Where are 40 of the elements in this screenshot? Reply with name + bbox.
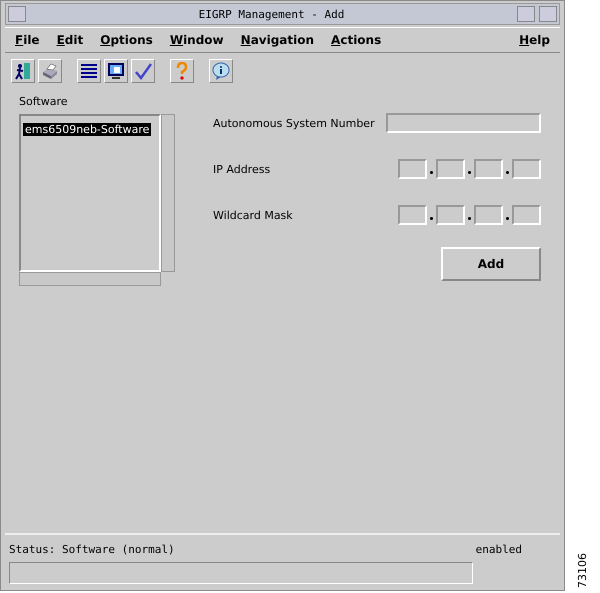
input-field[interactable] xyxy=(386,113,541,133)
list-item[interactable]: ems6509neb-Software xyxy=(23,123,152,136)
octet-field[interactable] xyxy=(398,205,427,225)
octet-field[interactable] xyxy=(474,159,503,179)
question-icon[interactable] xyxy=(175,62,189,80)
help-menu[interactable]: Help xyxy=(519,33,550,47)
octet-field[interactable] xyxy=(474,205,503,225)
menu-item[interactable]: Actions xyxy=(331,33,382,47)
vertical-scrollbar[interactable] xyxy=(161,114,175,272)
status-state: enabled xyxy=(476,543,522,556)
octet-dot xyxy=(468,217,471,220)
octet-field[interactable] xyxy=(512,159,541,179)
octet-dot xyxy=(430,171,433,174)
field-label: Autonomous System Number xyxy=(213,116,375,130)
figure-number: 73106 xyxy=(576,553,589,588)
field-label: IP Address xyxy=(213,162,270,176)
list-icon[interactable] xyxy=(80,63,98,79)
octet-field[interactable] xyxy=(512,205,541,225)
menu-item[interactable]: Window xyxy=(170,33,224,47)
window-menu-button[interactable] xyxy=(8,6,26,22)
field-label: Wildcard Mask xyxy=(213,208,293,222)
horizontal-scrollbar[interactable] xyxy=(19,272,161,286)
window-title: EIGRP Management - Add xyxy=(198,8,346,20)
status-text: Status: Software (normal) xyxy=(9,543,175,556)
menu-item[interactable]: Options xyxy=(100,33,153,47)
add-button[interactable]: Add xyxy=(441,247,541,281)
menu-item[interactable]: File xyxy=(15,33,40,47)
menu-item[interactable]: Edit xyxy=(56,33,84,47)
octet-dot xyxy=(430,217,433,220)
octet-field[interactable] xyxy=(436,205,465,225)
octet-dot xyxy=(506,217,509,220)
toolbar-button[interactable] xyxy=(77,59,101,83)
octet-dot xyxy=(468,171,471,174)
software-label: Software xyxy=(19,95,68,108)
menu-item[interactable]: Navigation xyxy=(240,33,314,47)
octet-dot xyxy=(506,171,509,174)
octet-field[interactable] xyxy=(398,159,427,179)
minimize-button[interactable] xyxy=(517,6,535,22)
octet-field[interactable] xyxy=(436,159,465,179)
maximize-button[interactable] xyxy=(539,6,557,22)
